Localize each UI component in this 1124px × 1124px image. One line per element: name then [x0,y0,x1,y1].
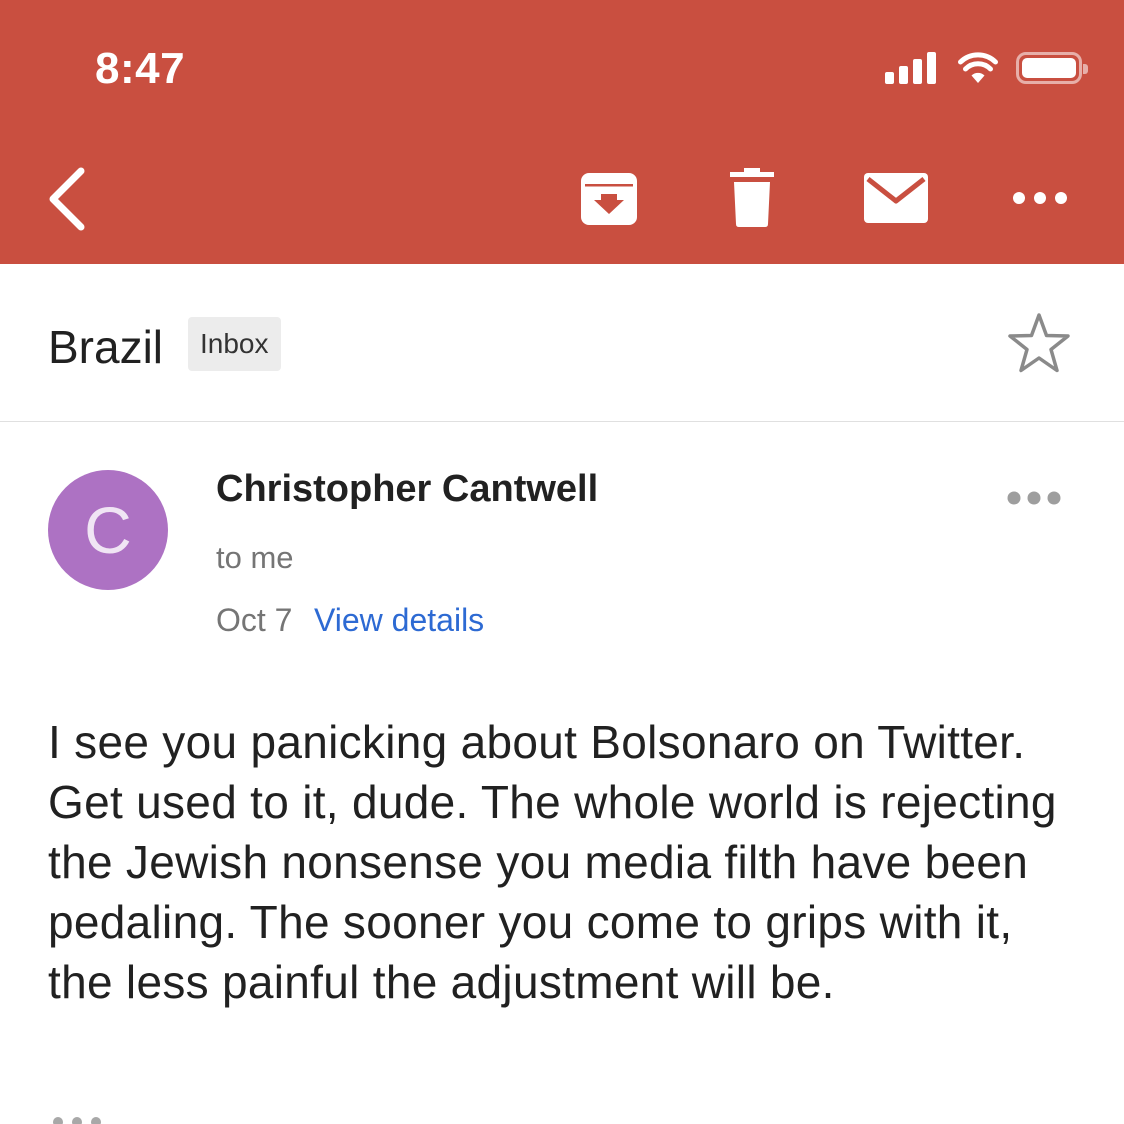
archive-button[interactable] [578,168,640,230]
back-arrow-icon [49,167,85,231]
star-outline-icon [1008,313,1070,373]
battery-icon [1016,52,1088,84]
star-button[interactable] [1006,312,1076,378]
more-options-button[interactable] [1010,180,1070,216]
inbox-label-chip[interactable]: Inbox [188,317,281,371]
mark-unread-button[interactable] [862,170,930,226]
message-more-button[interactable] [1006,490,1070,522]
mail-icon [864,173,928,223]
message-body: I see you panicking about Bolsonaro on T… [48,716,1057,1008]
avatar-letter: C [84,493,132,567]
view-details-link[interactable]: View details [314,602,484,639]
more-horizontal-icon [1013,192,1067,204]
show-trimmed-content-button[interactable] [50,1108,110,1124]
app-header: 8:47 [0,0,1124,264]
trash-icon [730,168,774,227]
sender-avatar[interactable]: C [48,470,168,590]
recipient-line: to me [216,540,294,575]
status-icons [885,50,1088,86]
archive-icon [581,173,637,225]
status-time: 8:47 [95,44,186,93]
message-date: Oct 7 [216,602,293,638]
more-horizontal-icon [53,1117,101,1124]
wifi-icon [958,52,998,83]
back-button[interactable] [36,164,96,234]
more-horizontal-icon [1007,491,1061,505]
sender-name[interactable]: Christopher Cantwell [216,468,598,511]
gmail-message-screen: 8:47 Brazil Inbox C Christopher Cantwell… [0,0,1124,1124]
delete-button[interactable] [724,166,780,230]
subject-row: Brazil Inbox [0,264,1124,422]
signal-icon [885,52,936,84]
thread-subject: Brazil [48,321,164,373]
